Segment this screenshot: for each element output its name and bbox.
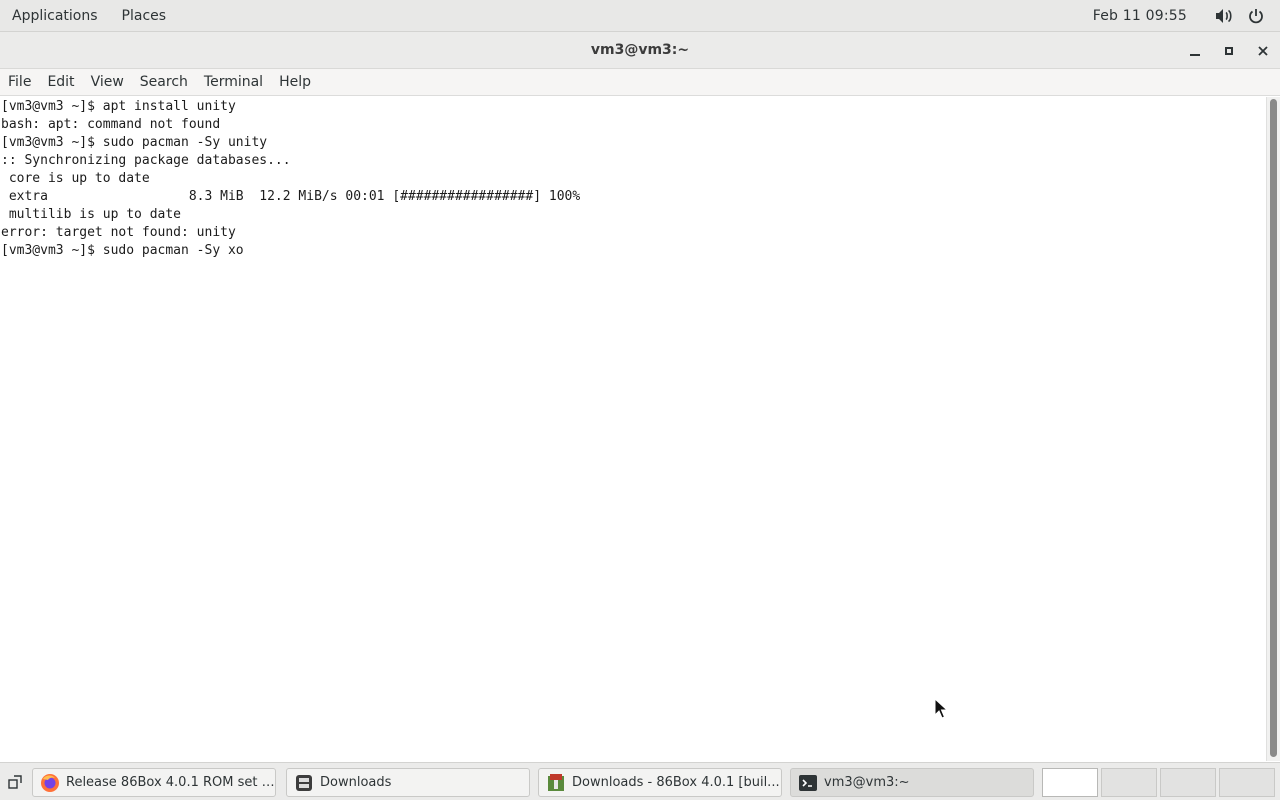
task-label: vm3@vm3:~ bbox=[824, 775, 910, 790]
terminal-line: extra 8.3 MiB 12.2 MiB/s 00:01 [########… bbox=[1, 189, 581, 204]
places-menu[interactable]: Places bbox=[110, 0, 179, 32]
menubar: File Edit View Search Terminal Help bbox=[0, 69, 1280, 96]
window-controls bbox=[1178, 32, 1280, 69]
terminal-line: :: Synchronizing package databases... bbox=[1, 153, 291, 168]
taskbar: Release 86Box 4.0.1 ROM set · ... Downlo… bbox=[0, 762, 1280, 800]
close-icon[interactable] bbox=[1246, 32, 1280, 69]
terminal-line: multilib is up to date bbox=[1, 207, 182, 222]
workspace-4[interactable] bbox=[1219, 768, 1275, 797]
maximize-icon[interactable] bbox=[1212, 32, 1246, 69]
applications-menu[interactable]: Applications bbox=[0, 0, 110, 32]
task-label: Release 86Box 4.0.1 ROM set · ... bbox=[66, 775, 275, 790]
workspace-1[interactable] bbox=[1042, 768, 1098, 797]
terminal-prompt-line[interactable]: [vm3@vm3 ~]$ sudo pacman -Sy xo bbox=[1, 242, 1266, 260]
menu-view[interactable]: View bbox=[83, 69, 132, 96]
clock[interactable]: Feb 11 09:55 bbox=[1093, 8, 1208, 24]
terminal-line: bash: apt: command not found bbox=[1, 117, 221, 132]
scrollbar-thumb[interactable] bbox=[1270, 99, 1277, 757]
terminal-line: error: target not found: unity bbox=[1, 225, 236, 240]
task-label: Downloads - 86Box 4.0.1 [buil... bbox=[572, 775, 780, 790]
terminal-scrollbar[interactable] bbox=[1266, 97, 1280, 761]
menu-edit[interactable]: Edit bbox=[39, 69, 82, 96]
show-desktop-icon[interactable] bbox=[4, 769, 26, 795]
file-manager-icon bbox=[294, 773, 314, 793]
workspace-3[interactable] bbox=[1160, 768, 1216, 797]
terminal-line: core is up to date bbox=[1, 171, 150, 186]
firefox-icon bbox=[40, 773, 60, 793]
menu-terminal[interactable]: Terminal bbox=[196, 69, 271, 96]
menu-file[interactable]: File bbox=[0, 69, 39, 96]
minimize-icon[interactable] bbox=[1178, 32, 1212, 69]
taskbar-button-terminal[interactable]: vm3@vm3:~ bbox=[790, 768, 1034, 797]
power-icon[interactable] bbox=[1240, 0, 1272, 32]
taskbar-button-downloads[interactable]: Downloads bbox=[286, 768, 530, 797]
terminal-output[interactable]: [vm3@vm3 ~]$ apt install unity bash: apt… bbox=[0, 97, 1266, 761]
workspace-2[interactable] bbox=[1101, 768, 1157, 797]
taskbar-button-firefox[interactable]: Release 86Box 4.0.1 ROM set · ... bbox=[32, 768, 276, 797]
menu-search[interactable]: Search bbox=[132, 69, 196, 96]
task-label: Downloads bbox=[320, 775, 392, 790]
terminal-icon bbox=[798, 773, 818, 793]
archive-manager-icon bbox=[546, 773, 566, 793]
terminal-line: [vm3@vm3 ~]$ apt install unity bbox=[1, 99, 236, 114]
taskbar-button-archive[interactable]: Downloads - 86Box 4.0.1 [buil... bbox=[538, 768, 782, 797]
window-title: vm3@vm3:~ bbox=[590, 42, 690, 58]
window-titlebar[interactable]: vm3@vm3:~ bbox=[0, 32, 1280, 69]
menu-help[interactable]: Help bbox=[271, 69, 319, 96]
volume-icon[interactable] bbox=[1208, 0, 1240, 32]
top-panel: Applications Places Feb 11 09:55 bbox=[0, 0, 1280, 32]
terminal-line: [vm3@vm3 ~]$ sudo pacman -Sy unity bbox=[1, 135, 268, 150]
mouse-pointer-icon bbox=[934, 698, 948, 719]
